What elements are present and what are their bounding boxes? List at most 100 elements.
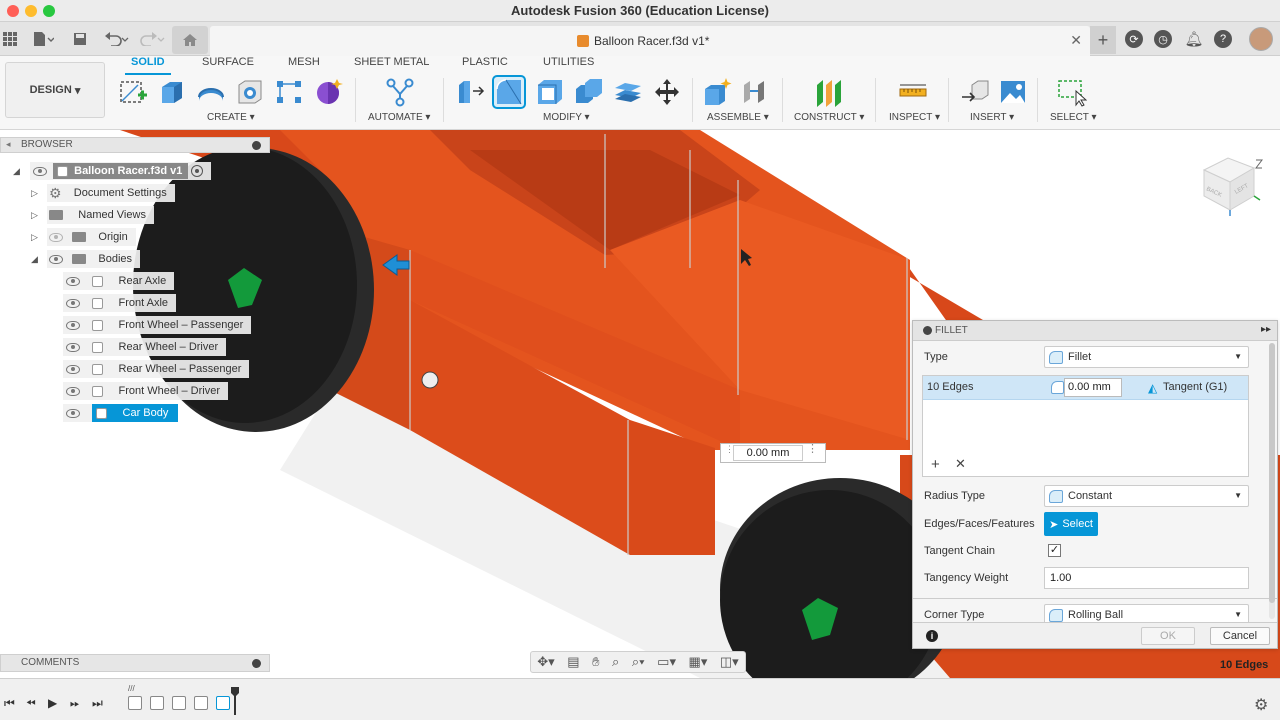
extensions-icon[interactable]: ⟳ — [1125, 30, 1143, 48]
body-item-rear-axle[interactable]: Rear Axle — [63, 272, 175, 290]
continuity-dropdown[interactable]: Tangent (G1) — [1163, 381, 1227, 393]
browser-item-bodies[interactable]: Bodies — [47, 250, 141, 268]
timeline-feature[interactable] — [172, 696, 186, 710]
radius-input[interactable]: 0.00 mm — [1064, 378, 1122, 397]
construct-group-label[interactable]: CONSTRUCT ▾ — [794, 112, 864, 123]
home-icon[interactable] — [172, 26, 208, 54]
tangency-weight-input[interactable]: 1.00 — [1044, 567, 1249, 589]
browser-root-item[interactable]: Balloon Racer.f3d v1 — [30, 162, 212, 180]
select-edges-button[interactable]: ➤ Select — [1044, 512, 1098, 536]
file-menu-icon[interactable] — [30, 29, 56, 49]
visibility-eye-icon[interactable] — [66, 342, 80, 352]
new-component-icon[interactable] — [702, 77, 732, 107]
visibility-eye-icon[interactable] — [66, 408, 80, 418]
activate-radio-icon[interactable] — [191, 165, 204, 177]
visibility-eye-icon[interactable] — [66, 364, 80, 374]
inspect-group-label[interactable]: INSPECT ▾ — [889, 112, 940, 123]
canvas-image-icon[interactable] — [998, 77, 1028, 107]
view-cube[interactable]: BACK LEFT — [1198, 148, 1268, 220]
expand-arrow-icon[interactable]: ▷ — [31, 232, 38, 243]
revolve-icon[interactable] — [196, 77, 226, 107]
tab-mesh[interactable]: MESH — [288, 56, 320, 70]
offset-face-icon[interactable] — [613, 77, 643, 107]
tangent-chain-checkbox[interactable]: ✓ — [1048, 544, 1061, 557]
timeline-feature[interactable] — [194, 696, 208, 710]
dialog-pin-icon[interactable] — [923, 326, 932, 335]
visibility-eye-icon[interactable] — [33, 166, 47, 176]
browser-item-origin[interactable]: Origin — [47, 228, 136, 246]
browser-item-document-settings[interactable]: ⚙ Document Settings — [47, 184, 175, 202]
grid-settings-icon[interactable]: ▦▾ — [689, 654, 708, 670]
selection-set-row[interactable]: 10 Edges 0.00 mm ◭ Tangent (G1) — [923, 376, 1248, 400]
extrude-icon[interactable] — [157, 77, 187, 107]
go-to-start-icon[interactable]: ⏮ — [4, 696, 15, 711]
close-tab-icon[interactable]: ✕ — [1070, 32, 1082, 49]
visibility-eye-icon[interactable] — [49, 254, 63, 264]
body-item-front-wheel-passenger[interactable]: Front Wheel – Passenger — [63, 316, 252, 334]
save-icon[interactable] — [71, 29, 89, 49]
expand-arrow-icon[interactable]: ▷ — [31, 188, 38, 199]
timeline-feature[interactable] — [150, 696, 164, 710]
body-item-rear-wheel-driver[interactable]: Rear Wheel – Driver — [63, 338, 227, 356]
automate-group-label[interactable]: AUTOMATE ▾ — [368, 112, 430, 123]
insert-group-label[interactable]: INSERT ▾ — [970, 112, 1014, 123]
visibility-eye-icon[interactable] — [66, 298, 80, 308]
look-at-icon[interactable]: ▤ — [567, 654, 579, 670]
browser-panel-header[interactable]: ◂ BROWSER — [0, 137, 270, 153]
expand-dialog-icon[interactable]: ▸▸ — [1261, 324, 1271, 335]
viewports-icon[interactable]: ◫▾ — [720, 654, 739, 670]
press-pull-icon[interactable] — [455, 77, 485, 107]
info-icon[interactable]: i — [926, 630, 938, 642]
body-item-car-body[interactable]: Car Body — [63, 404, 179, 422]
timeline-settings-gear-icon[interactable]: ⚙ — [1254, 695, 1268, 715]
body-item-rear-wheel-passenger[interactable]: Rear Wheel – Passenger — [63, 360, 250, 378]
fillet-radius-manipulator[interactable]: ⋮ 0.00 mm ⋮ — [720, 443, 826, 463]
expand-arrow-icon[interactable]: ▷ — [31, 210, 38, 221]
automate-icon[interactable] — [385, 77, 415, 107]
create-group-label[interactable]: CREATE ▾ — [207, 112, 255, 123]
panel-pin-icon[interactable] — [252, 659, 261, 668]
visibility-eye-icon[interactable] — [66, 386, 80, 396]
window-select-icon[interactable] — [1057, 77, 1088, 107]
offset-plane-icon[interactable] — [814, 77, 844, 107]
hole-icon[interactable] — [235, 77, 265, 107]
step-back-icon[interactable]: ⏪︎ — [26, 696, 36, 711]
zoom-icon[interactable]: ⌕ — [612, 654, 619, 670]
redo-icon[interactable] — [138, 29, 166, 49]
tab-plastic[interactable]: PLASTIC — [462, 56, 508, 70]
play-icon[interactable]: ▶ — [48, 696, 57, 710]
tab-surface[interactable]: SURFACE — [202, 56, 254, 70]
timeline-feature[interactable] — [128, 696, 142, 710]
timeline-feature[interactable] — [216, 696, 230, 710]
move-copy-icon[interactable] — [652, 77, 682, 107]
new-tab-button[interactable]: + — [1090, 26, 1116, 54]
add-selection-set-icon[interactable]: + — [931, 456, 940, 473]
root-expand-icon[interactable]: ◢ — [13, 166, 20, 177]
remove-selection-set-icon[interactable]: ✕ — [955, 456, 966, 472]
shell-icon[interactable] — [535, 77, 565, 107]
tab-solid[interactable]: SOLID — [125, 56, 171, 75]
measure-icon[interactable] — [898, 77, 928, 107]
job-status-icon[interactable]: ◷ — [1154, 30, 1172, 48]
select-group-label[interactable]: SELECT ▾ — [1050, 112, 1097, 123]
combine-icon[interactable] — [574, 77, 604, 107]
data-panel-grid-icon[interactable] — [2, 29, 18, 49]
fillet-dialog-header[interactable]: FILLET ▸▸ — [913, 321, 1277, 341]
cancel-button[interactable]: Cancel — [1210, 627, 1270, 645]
type-dropdown[interactable]: Fillet ▼ — [1044, 346, 1249, 368]
document-tab[interactable]: Balloon Racer.f3d v1* ✕ — [210, 26, 1090, 56]
hidden-eye-icon[interactable] — [49, 232, 63, 242]
pattern-icon[interactable] — [274, 77, 304, 107]
display-settings-icon[interactable]: ▭▾ — [657, 654, 676, 670]
visibility-eye-icon[interactable] — [66, 320, 80, 330]
browser-item-named-views[interactable]: Named Views — [47, 206, 154, 224]
dialog-scrollbar[interactable] — [1269, 343, 1275, 619]
zoom-window-icon[interactable]: ⌕▾ — [632, 654, 645, 670]
modify-group-label[interactable]: MODIFY ▾ — [543, 112, 590, 123]
radius-type-dropdown[interactable]: Constant ▼ — [1044, 485, 1249, 507]
panel-pin-icon[interactable] — [252, 141, 261, 150]
ok-button[interactable]: OK — [1141, 627, 1195, 645]
step-forward-icon[interactable]: ⏩︎ — [70, 696, 80, 711]
user-avatar[interactable] — [1249, 27, 1273, 51]
joint-icon[interactable] — [741, 77, 771, 107]
